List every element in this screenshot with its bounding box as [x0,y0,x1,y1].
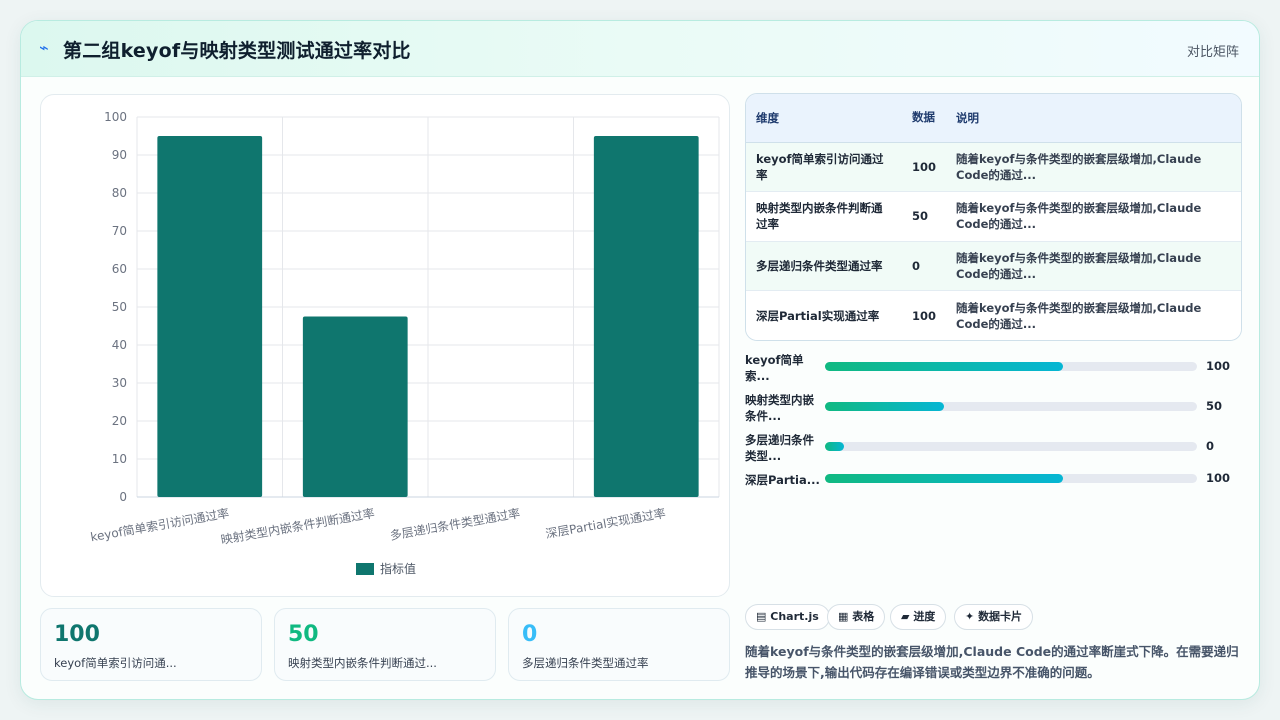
y-tick-label: 60 [112,262,127,276]
stat-value: 100 [54,622,100,647]
progress-row: 深层Partia... 100 [745,471,1245,504]
y-tick-label: 40 [112,338,127,352]
table-cell-value: 0 [902,241,947,291]
bolt-icon: ⌁ [39,38,49,57]
y-tick-label: 80 [112,186,127,200]
progress-track [825,442,1197,451]
progress-track [825,402,1197,411]
column-header: 说明 [946,94,1241,143]
y-tick-label: 0 [119,490,127,504]
stat-card-2: 50 映射类型内嵌条件判断通过... [274,608,496,681]
tag-label: Chart.js [770,610,819,623]
tag-label: 数据卡片 [978,610,1023,623]
progress-label: 映射类型内嵌条件... [745,393,814,423]
column-header: 数据 [902,94,947,143]
sparkle-icon: ✦ [965,610,975,623]
table-cell-dimension: 映射类型内嵌条件判断通过率 [746,191,902,242]
progress-row: keyof简单索... 100 [745,352,1245,384]
legend-swatch [356,563,374,575]
y-tick-label: 100 [104,110,127,124]
progress-icon: ▰ [901,610,910,623]
x-tick-label: 深层Partial实现通过率 [544,505,666,541]
progress-fill [825,402,945,411]
column-header: 维度 [746,94,902,143]
page-title: 第二组keyof与映射类型测试通过率对比 [63,40,411,62]
y-tick-label: 10 [112,452,127,466]
y-tick-label: 70 [112,224,127,238]
header-bar: ⌁ 第二组keyof与映射类型测试通过率对比 对比矩阵 [21,21,1259,77]
chart-icon: ▤ [756,610,767,623]
progress-row: 多层递归条件类型... 0 [745,432,1245,464]
progress-track [825,362,1197,371]
table-cell-value: 50 [902,191,947,242]
bar-chart-panel: 0 10 20 30 40 50 60 70 80 90 100 keyof简单索引访问通过率 映射类型… [40,94,730,597]
table-row: keyof简单索引访问通过率 100 随着keyof与条件类型的嵌套层级增加,C… [746,142,1241,192]
progress-label: 多层递归条件类型... [745,433,814,463]
table-cell-note: 随着keyof与条件类型的嵌套层级增加,Claude Code的通过... [946,142,1241,192]
x-tick-label: 多层递归条件类型通过率 [389,505,522,543]
bar [157,136,263,497]
main-card: ⌁ 第二组keyof与映射类型测试通过率对比 对比矩阵 0 10 20 30 40 50 6… [20,20,1260,700]
table-cell-note: 随着keyof与条件类型的嵌套层级增加,Claude Code的通过... [946,191,1241,242]
stat-label: keyof简单索引访问通... [54,656,177,670]
summary-text: 随着keyof与条件类型的嵌套层级增加,Claude Code的通过率断崖式下降… [745,644,1239,680]
progress-fill [825,442,844,451]
progress-fill [825,474,1064,483]
table-row: 深层Partial实现通过率 100 随着keyof与条件类型的嵌套层级增加,C… [746,290,1241,340]
progress-value: 100 [1206,471,1231,485]
progress-track [825,474,1197,483]
progress-row: 映射类型内嵌条件... 50 [745,392,1245,424]
table-cell-note: 随着keyof与条件类型的嵌套层级增加,Claude Code的通过... [956,300,1202,331]
y-tick-label: 50 [112,300,127,314]
x-tick-label: keyof简单索引访问通过率 [89,505,230,544]
table-cell-dimension: 多层递归条件类型通过率 [746,241,902,291]
tag-data-card[interactable]: ✦ 数据卡片 [954,604,1034,630]
stat-card-1: 100 keyof简单索引访问通... [40,608,262,681]
table-cell-dimension: 深层Partial实现通过率 [756,308,880,323]
table-header-row: 维度 数据 说明 [746,94,1241,143]
view-mode-label[interactable]: 对比矩阵 [1187,41,1239,60]
progress-value: 100 [1206,359,1231,373]
x-tick-label: 映射类型内嵌条件判断通过率 [220,505,376,547]
data-table: 维度 数据 说明 keyof简单索引访问通过率 100 随着keyof与条件类型… [745,93,1242,341]
progress-label: keyof简单索... [745,353,804,383]
progress-fill [825,362,1064,371]
y-tick-label: 30 [112,376,127,390]
tag-table[interactable]: ▦ 表格 [827,604,886,630]
bar [593,136,699,497]
progress-value: 0 [1206,439,1215,453]
y-tick-label: 20 [112,414,127,428]
stat-value: 0 [522,622,538,647]
tag-label: 表格 [852,610,875,623]
progress-value: 50 [1206,399,1223,413]
progress-label: 深层Partia... [745,473,820,487]
y-tick-label: 90 [112,148,127,162]
table-row: 多层递归条件类型通过率 0 随着keyof与条件类型的嵌套层级增加,Claude… [746,241,1241,291]
tag-chartjs[interactable]: ▤ Chart.js [745,604,830,630]
table-cell-dimension: keyof简单索引访问通过率 [746,142,902,192]
stat-card-3: 0 多层递归条件类型通过率 [508,608,730,681]
stat-label: 多层递归条件类型通过率 [522,656,649,670]
tag-progress[interactable]: ▰ 进度 [890,604,947,630]
stat-label: 映射类型内嵌条件判断通过... [288,656,437,670]
bar [302,316,408,497]
table-icon: ▦ [838,610,849,623]
bar-chart: 0 10 20 30 40 50 60 70 80 90 100 keyof简单索引访问通过率映射类型… [89,110,720,576]
stat-value: 50 [288,622,319,647]
table-cell-value: 100 [912,308,937,323]
table-row: 映射类型内嵌条件判断通过率 50 随着keyof与条件类型的嵌套层级增加,Cla… [746,191,1241,242]
table-cell-note: 随着keyof与条件类型的嵌套层级增加,Claude Code的通过... [946,241,1241,291]
table-cell-value: 100 [902,142,947,192]
tag-label: 进度 [913,610,936,623]
legend-label: 指标值 [380,561,416,576]
